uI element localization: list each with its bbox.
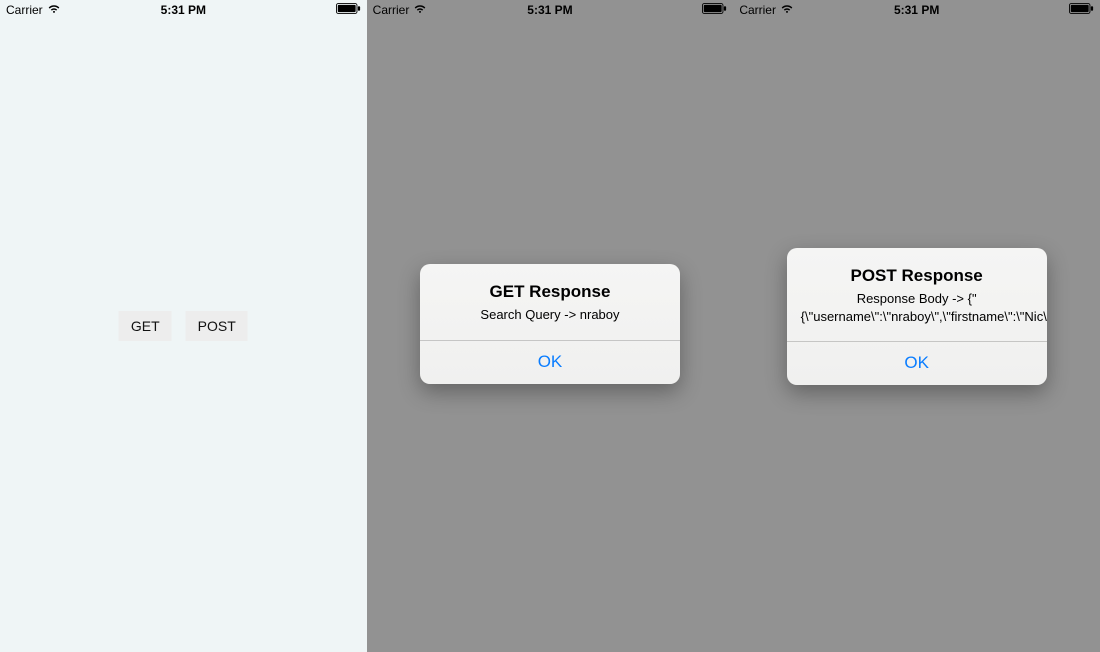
simulator-panel-3: Carrier 5:31 PM POST Response Response B… <box>733 0 1100 652</box>
post-button[interactable]: POST <box>186 311 248 341</box>
status-bar: Carrier 5:31 PM <box>367 0 734 20</box>
simulator-panel-1: Carrier 5:31 PM GET POST <box>0 0 367 652</box>
status-left: Carrier <box>6 3 61 17</box>
clock: 5:31 PM <box>894 3 939 17</box>
battery-icon <box>702 3 727 17</box>
battery-icon <box>336 3 361 17</box>
alert-ok-button[interactable]: OK <box>787 342 1047 385</box>
status-bar: Carrier 5:31 PM <box>733 0 1100 20</box>
alert-title: GET Response <box>434 282 666 302</box>
alert-dialog-get: GET Response Search Query -> nraboy OK <box>420 264 680 384</box>
alert-body: POST Response Response Body -> {"{\"user… <box>787 248 1047 341</box>
carrier-label: Carrier <box>373 3 410 17</box>
carrier-label: Carrier <box>6 3 43 17</box>
wifi-icon <box>413 3 427 17</box>
status-left: Carrier <box>373 3 428 17</box>
alert-ok-button[interactable]: OK <box>420 341 680 384</box>
wifi-icon <box>47 3 61 17</box>
status-right <box>336 3 361 17</box>
get-button[interactable]: GET <box>119 311 172 341</box>
status-left: Carrier <box>739 3 794 17</box>
wifi-icon <box>780 3 794 17</box>
alert-message: Response Body -> {"{\"username\":\"nrabo… <box>801 290 1033 325</box>
alert-body: GET Response Search Query -> nraboy <box>420 264 680 340</box>
status-bar: Carrier 5:31 PM <box>0 0 367 20</box>
alert-message: Search Query -> nraboy <box>434 306 666 324</box>
alert-title: POST Response <box>801 266 1033 286</box>
status-right <box>1069 3 1094 17</box>
button-row: GET POST <box>119 311 248 341</box>
clock: 5:31 PM <box>527 3 572 17</box>
alert-dialog-post: POST Response Response Body -> {"{\"user… <box>787 248 1047 385</box>
carrier-label: Carrier <box>739 3 776 17</box>
clock: 5:31 PM <box>161 3 206 17</box>
battery-icon <box>1069 3 1094 17</box>
simulator-panel-2: Carrier 5:31 PM GET Response Search Quer… <box>367 0 734 652</box>
status-right <box>702 3 727 17</box>
